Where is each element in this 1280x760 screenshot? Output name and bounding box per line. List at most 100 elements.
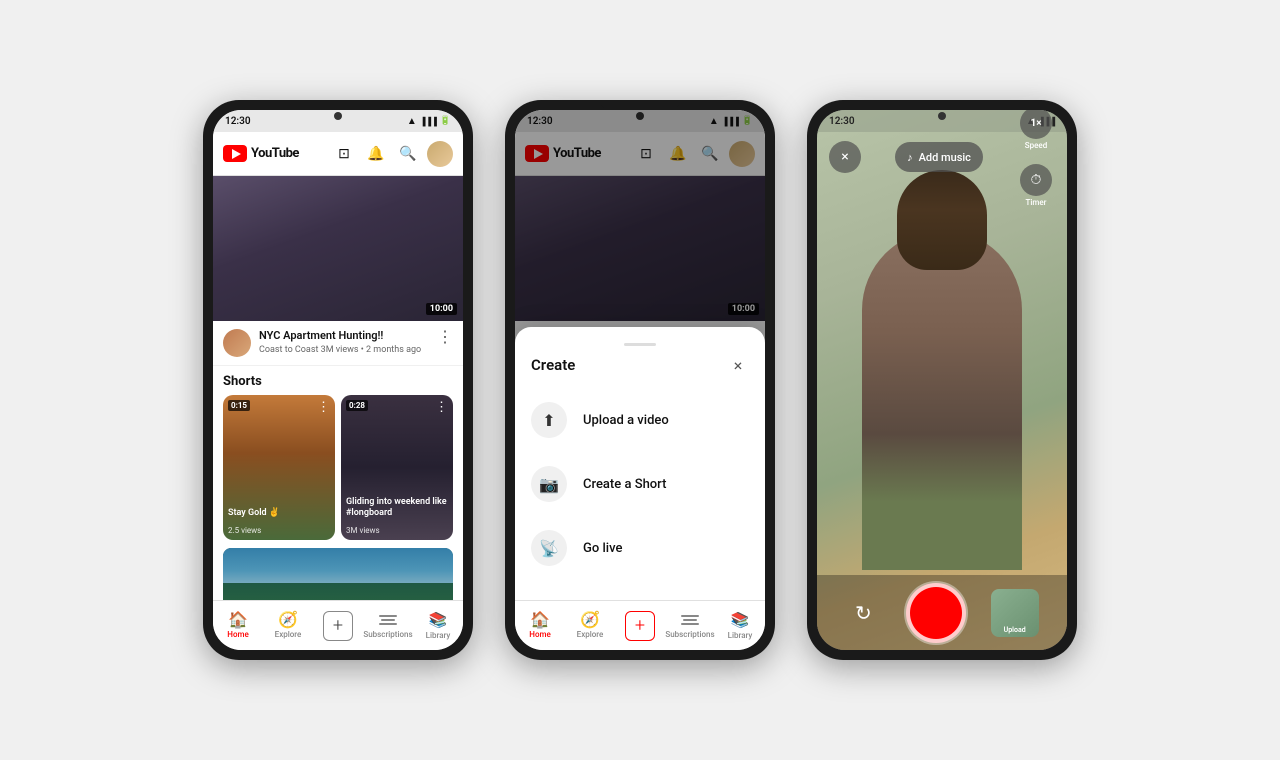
yt-logo-icon	[223, 145, 247, 162]
subscriptions-icon	[378, 612, 398, 628]
avatar-icon[interactable]	[427, 141, 453, 167]
explore-icon-2: 🧭	[580, 612, 600, 628]
camera-flip-button[interactable]: ↻	[845, 595, 881, 631]
camera-top-bar: × ♪ Add music 1× Speed	[817, 132, 1067, 182]
phone-1-time: 12:30	[225, 116, 251, 127]
phone-1-video-bg	[213, 176, 463, 321]
timer-control[interactable]: ⏱ Timer	[1017, 164, 1055, 207]
phone-1-video-title: NYC Apartment Hunting!!	[259, 329, 429, 343]
nav-explore[interactable]: 🧭 Explore	[263, 608, 313, 643]
phone-1-video-duration: 10:00	[426, 303, 457, 315]
modal-item-short[interactable]: 📷 Create a Short	[515, 452, 765, 516]
phone-1-short-card-1[interactable]: 0:15 ⋮ Stay Gold ✌ 2.5 views	[223, 395, 335, 540]
modal-close-button[interactable]: ×	[727, 354, 749, 376]
phone-2-notch	[600, 100, 680, 110]
person-silhouette	[862, 230, 1022, 570]
subscriptions-label-2: Subscriptions	[665, 630, 714, 639]
phone-3-camera	[938, 112, 946, 120]
short-2-more[interactable]: ⋮	[435, 400, 448, 415]
phone-1-video-more[interactable]: ⋮	[437, 329, 453, 357]
speed-label: Speed	[1025, 141, 1047, 150]
modal-short-label: Create a Short	[583, 477, 666, 492]
home-icon-2: 🏠	[530, 612, 550, 628]
phone-1-yt-logo: YouTube	[223, 145, 299, 162]
home-label: Home	[227, 630, 248, 639]
nav-library[interactable]: 📚 Library	[413, 607, 463, 644]
create-btn-2[interactable]: +	[625, 611, 655, 641]
camera-screen: 12:30 ▲ ▐▐▐ × ♪ Add music	[817, 110, 1067, 650]
library-label: Library	[426, 631, 451, 640]
add-music-button[interactable]: ♪ Add music	[895, 142, 983, 172]
phone-1-video-sub: Coast to Coast 3M views • 2 months ago	[259, 345, 429, 355]
modal-item-upload[interactable]: ⬆ Upload a video	[515, 388, 765, 452]
timer-label: Timer	[1026, 198, 1047, 207]
cast-icon[interactable]: ⊡	[331, 141, 357, 167]
short-1-label: Stay Gold ✌	[228, 508, 330, 520]
short-1-views: 2.5 views	[228, 526, 261, 535]
signal-icon: ▐▐▐	[420, 117, 437, 126]
phone-1-channel-avatar	[223, 329, 251, 357]
phone-1-notch	[298, 100, 378, 110]
nav-create[interactable]: +	[313, 607, 363, 645]
upload-label: Upload	[1004, 626, 1026, 634]
camera-record-button[interactable]	[906, 583, 966, 643]
person-head	[897, 170, 987, 270]
camera-upload-button[interactable]: Upload	[991, 589, 1039, 637]
modal-live-label: Go live	[583, 541, 622, 556]
nav-create-2[interactable]: +	[615, 607, 665, 645]
phone-3: 12:30 ▲ ▐▐▐ × ♪ Add music	[807, 100, 1077, 660]
explore-icon: 🧭	[278, 612, 298, 628]
live-icon: 📡	[531, 530, 567, 566]
phone-1-video-info: NYC Apartment Hunting!! Coast to Coast 3…	[213, 321, 463, 366]
short-2-label: Gliding into weekend like #longboard	[346, 497, 448, 520]
nav-home-2[interactable]: 🏠 Home	[515, 608, 565, 643]
landscape-overlay	[223, 548, 453, 600]
camera-time: 12:30	[829, 116, 855, 127]
nav-home[interactable]: 🏠 Home	[213, 608, 263, 643]
search-icon[interactable]: 🔍	[395, 141, 421, 167]
phones-container: 12:30 ▲ ▐▐▐ 🔋 YouTube ⊡ 🔔 🔍	[183, 80, 1097, 680]
create-btn[interactable]: +	[323, 611, 353, 641]
phone-1: 12:30 ▲ ▐▐▐ 🔋 YouTube ⊡ 🔔 🔍	[203, 100, 473, 660]
short-1-more[interactable]: ⋮	[317, 400, 330, 415]
camera-bottom-bar: ↻ Upload	[817, 575, 1067, 650]
modal-item-live[interactable]: 📡 Go live	[515, 516, 765, 580]
subscriptions-icon-2	[680, 612, 700, 628]
wifi-icon: ▲	[407, 116, 417, 127]
nav-library-2[interactable]: 📚 Library	[715, 607, 765, 644]
speed-control[interactable]: 1× Speed	[1017, 110, 1055, 150]
phone-1-video-thumb[interactable]: 10:00	[213, 176, 463, 321]
subscriptions-label: Subscriptions	[363, 630, 412, 639]
phone-2-bottom-nav: 🏠 Home 🧭 Explore + Subscriptions	[515, 600, 765, 650]
short-2-views: 3M views	[346, 526, 380, 535]
timer-circle: ⏱	[1020, 164, 1052, 196]
phone-1-shorts-row: 0:15 ⋮ Stay Gold ✌ 2.5 views 0:28 ⋮ Glid…	[213, 395, 463, 540]
explore-label-2: Explore	[577, 630, 604, 639]
explore-label: Explore	[275, 630, 302, 639]
battery-icon: 🔋	[440, 116, 451, 126]
library-label-2: Library	[728, 631, 753, 640]
phone-1-short-card-2[interactable]: 0:28 ⋮ Gliding into weekend like #longbo…	[341, 395, 453, 540]
library-icon-2: 📚	[731, 611, 750, 629]
speed-circle: 1×	[1020, 110, 1052, 139]
music-note-icon: ♪	[907, 151, 913, 164]
phone-1-camera	[334, 112, 342, 120]
phone-2: 12:30 ▲ ▐▐▐ 🔋 YouTube ⊡ 🔔 🔍	[505, 100, 775, 660]
modal-upload-label: Upload a video	[583, 413, 669, 428]
camera-close-button[interactable]: ×	[829, 141, 861, 173]
home-label-2: Home	[529, 630, 550, 639]
phone-1-landscape-card[interactable]	[223, 548, 453, 600]
short-2-duration: 0:28	[346, 400, 368, 411]
library-icon: 📚	[429, 611, 448, 629]
phone-1-video-meta: NYC Apartment Hunting!! Coast to Coast 3…	[259, 329, 429, 357]
nav-explore-2[interactable]: 🧭 Explore	[565, 608, 615, 643]
flip-icon: ↻	[855, 601, 872, 625]
phone-1-bottom-nav: 🏠 Home 🧭 Explore + Subscriptions	[213, 600, 463, 650]
phone-3-notch	[902, 100, 982, 110]
camera-right-buttons: 1× Speed ⏱ Timer	[1017, 110, 1055, 207]
create-modal: Create × ⬆ Upload a video 📷 Create a Sho…	[515, 327, 765, 600]
nav-subscriptions[interactable]: Subscriptions	[363, 608, 413, 643]
phone-1-yt-header: YouTube ⊡ 🔔 🔍	[213, 132, 463, 176]
bell-icon[interactable]: 🔔	[363, 141, 389, 167]
nav-subscriptions-2[interactable]: Subscriptions	[665, 608, 715, 643]
